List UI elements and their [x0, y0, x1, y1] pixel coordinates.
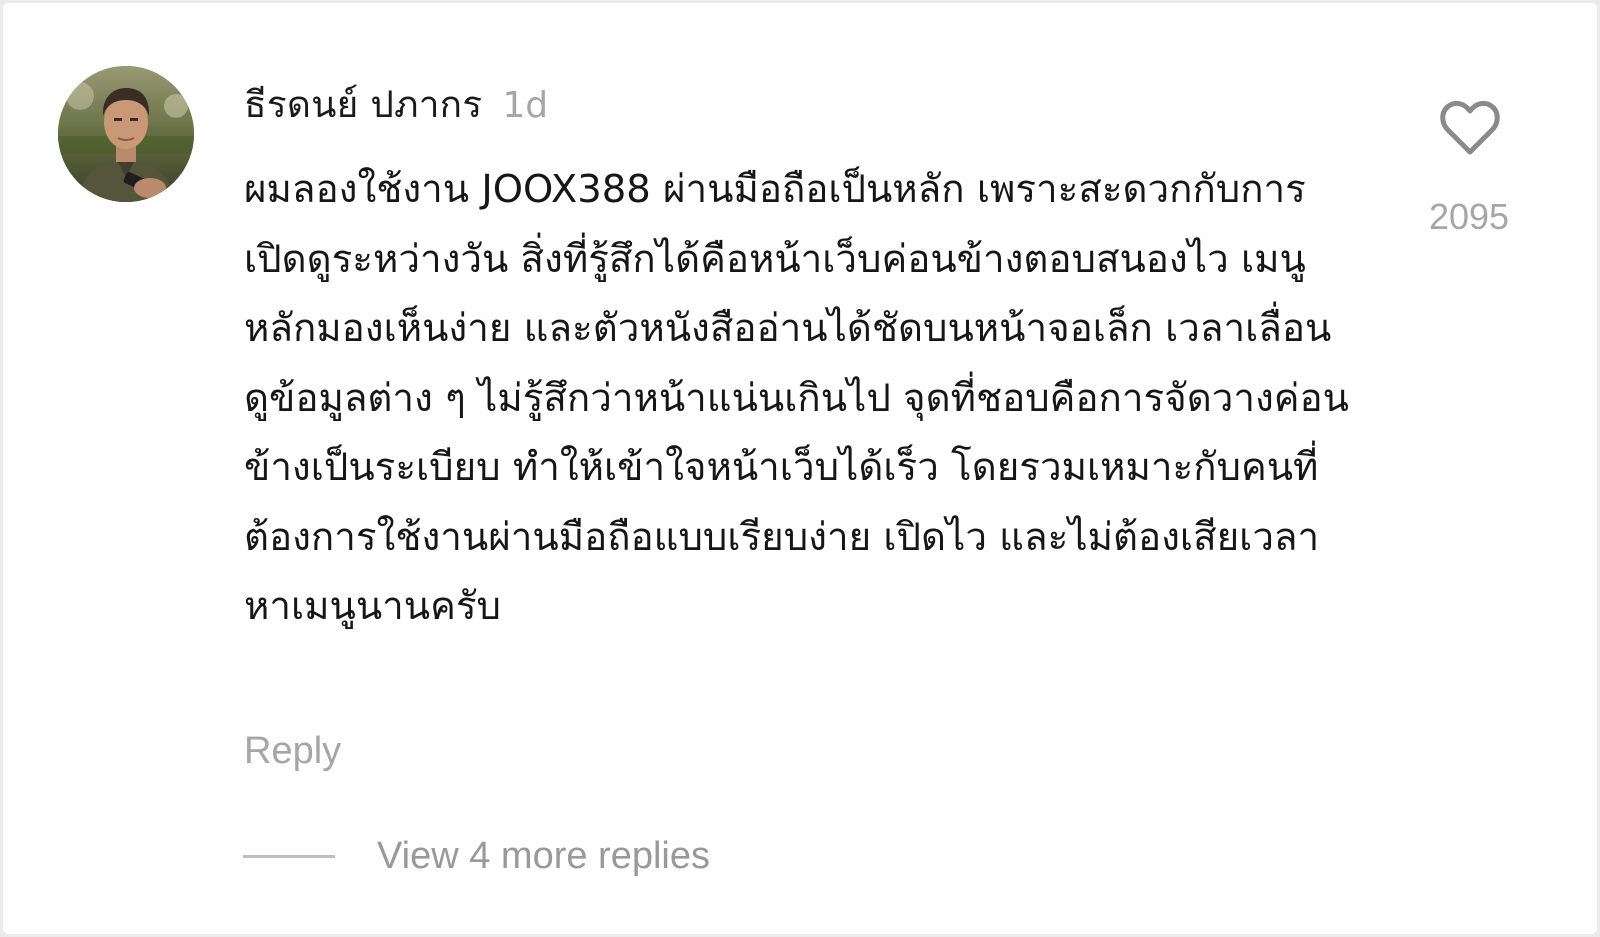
- like-button[interactable]: [1439, 99, 1501, 157]
- avatar[interactable]: [58, 66, 194, 202]
- replies-divider: [243, 855, 335, 858]
- view-more-replies[interactable]: View 4 more replies: [243, 835, 710, 878]
- reply-button[interactable]: Reply: [244, 730, 341, 773]
- comment-header: ธีรดนย์ ปภากร 1d: [244, 75, 549, 126]
- like-count: 2095: [1428, 196, 1510, 237]
- comment-text: ผมลองใช้งาน JOOX388 ผ่านมือถือเป็นหลัก เ…: [244, 167, 1349, 629]
- view-more-replies-label: View 4 more replies: [377, 835, 711, 877]
- comment-timestamp: 1d: [502, 85, 549, 126]
- author-name[interactable]: ธีรดนย์ ปภากร: [244, 75, 482, 134]
- heart-outline-icon: [1440, 100, 1500, 155]
- avatar-image: [58, 66, 194, 202]
- comment-card: ธีรดนย์ ปภากร 1d ผมลองใช้งาน JOOX388 ผ่า…: [3, 3, 1597, 934]
